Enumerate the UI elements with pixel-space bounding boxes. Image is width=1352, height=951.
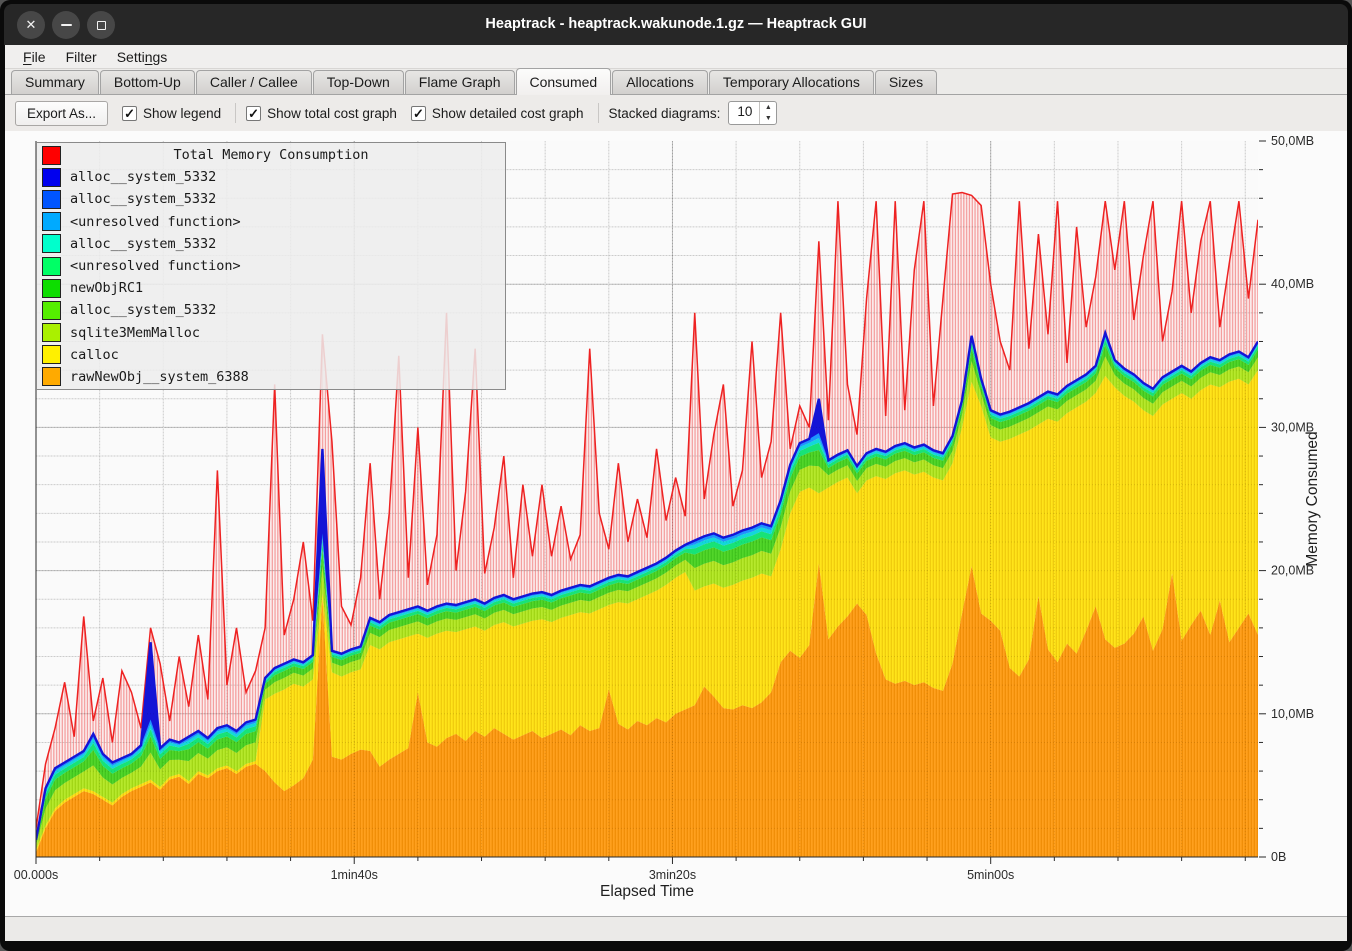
close-icon: ✕ [26, 17, 37, 33]
y-tick-label: 50,0MB [1271, 134, 1314, 148]
legend-item: sqlite3MemMalloc [37, 322, 505, 344]
legend-item: alloc__system_5332 [37, 188, 505, 210]
checkbox-checked-icon: ✓ [246, 106, 261, 121]
legend-swatch [42, 367, 61, 386]
legend-swatch [42, 257, 61, 276]
titlebar[interactable]: ✕ Heaptrack - heaptrack.wakunode.1.gz — … [4, 4, 1348, 45]
stacked-diagrams-value: 10 [729, 102, 759, 124]
tab-summary[interactable]: Summary [11, 70, 99, 94]
show-total-cost-label: Show total cost graph [267, 106, 397, 121]
toolbar-separator [598, 103, 599, 123]
menubar: FileFilterSettings [5, 45, 1347, 69]
legend-title: Total Memory Consumption [37, 147, 505, 163]
tab-sizes[interactable]: Sizes [875, 70, 937, 94]
tab-consumed[interactable]: Consumed [516, 68, 612, 95]
window-title: Heaptrack - heaptrack.wakunode.1.gz — He… [134, 4, 1218, 45]
toolbar-separator [235, 103, 236, 123]
x-tick-label: 1min40s [331, 868, 378, 882]
menu-item-filter[interactable]: Filter [56, 47, 107, 67]
tab-bottom-up[interactable]: Bottom-Up [100, 70, 195, 94]
y-tick-label: 40,0MB [1271, 277, 1314, 291]
close-button[interactable]: ✕ [17, 11, 45, 39]
legend-label: calloc [70, 347, 119, 363]
spin-down-icon[interactable]: ▼ [760, 113, 776, 124]
export-as-button[interactable]: Export As... [15, 101, 108, 126]
legend-swatch [42, 234, 61, 253]
show-detailed-cost-label: Show detailed cost graph [432, 106, 584, 121]
legend-item: newObjRC1 [37, 277, 505, 299]
legend-swatch [42, 323, 61, 342]
x-tick-label: 00.000s [14, 868, 58, 882]
legend-swatch [42, 345, 61, 364]
legend-item: alloc__system_5332 [37, 299, 505, 321]
legend-label: alloc__system_5332 [70, 302, 216, 318]
maximize-button[interactable] [87, 11, 115, 39]
checkbox-checked-icon: ✓ [122, 106, 137, 121]
legend-label: alloc__system_5332 [70, 191, 216, 207]
legend-label: rawNewObj__system_6388 [70, 369, 249, 385]
legend-label: alloc__system_5332 [70, 169, 216, 185]
legend-swatch [42, 279, 61, 298]
tab-temporary-allocations[interactable]: Temporary Allocations [709, 70, 874, 94]
spin-up-icon[interactable]: ▲ [760, 102, 776, 113]
legend-swatch [42, 190, 61, 209]
stacked-diagrams-label: Stacked diagrams: [609, 106, 721, 121]
legend-swatch [42, 212, 61, 231]
show-legend-checkbox[interactable]: ✓ Show legend [122, 106, 221, 121]
y-axis-title: Memory Consumed [1304, 431, 1322, 566]
legend-item: alloc__system_5332 [37, 166, 505, 188]
minimize-icon [61, 24, 72, 26]
tab-allocations[interactable]: Allocations [612, 70, 708, 94]
legend-item: alloc__system_5332 [37, 233, 505, 255]
maximize-icon [97, 21, 106, 30]
legend-label: alloc__system_5332 [70, 236, 216, 252]
stacked-diagrams-spinbox[interactable]: 10 ▲ ▼ [728, 101, 777, 125]
x-tick-label: 3min20s [649, 868, 696, 882]
menu-item-settings[interactable]: Settings [107, 47, 178, 67]
heaptrack-window: ✕ Heaptrack - heaptrack.wakunode.1.gz — … [0, 0, 1352, 951]
toolbar: Export As... ✓ Show legend ✓ Show total … [5, 95, 1347, 131]
legend-label: <unresolved function> [70, 214, 241, 230]
tab-top-down[interactable]: Top-Down [313, 70, 404, 94]
show-total-cost-checkbox[interactable]: ✓ Show total cost graph [246, 106, 397, 121]
legend-swatch [42, 168, 61, 187]
show-legend-label: Show legend [143, 106, 221, 121]
menu-item-file[interactable]: File [13, 47, 56, 67]
tabbar: SummaryBottom-UpCaller / CalleeTop-DownF… [5, 69, 1347, 95]
chart-pane: 00.000s1min40s3min20s5min00s0B10,0MB20,0… [5, 131, 1347, 917]
legend-item: rawNewObj__system_6388 [37, 366, 505, 388]
legend-item: calloc [37, 344, 505, 366]
legend-label: <unresolved function> [70, 258, 241, 274]
y-tick-label: 0B [1271, 850, 1286, 864]
legend-label: sqlite3MemMalloc [70, 325, 200, 341]
legend-item: <unresolved function> [37, 255, 505, 277]
chart-legend: Total Memory Consumption alloc__system_53… [36, 142, 506, 390]
legend-item: <unresolved function> [37, 211, 505, 233]
tab-caller-callee[interactable]: Caller / Callee [196, 70, 312, 94]
status-strip [5, 917, 1347, 941]
show-detailed-cost-checkbox[interactable]: ✓ Show detailed cost graph [411, 106, 584, 121]
y-tick-label: 10,0MB [1271, 707, 1314, 721]
checkbox-checked-icon: ✓ [411, 106, 426, 121]
legend-label: newObjRC1 [70, 280, 143, 296]
minimize-button[interactable] [52, 11, 80, 39]
x-tick-label: 5min00s [967, 868, 1014, 882]
tab-flame-graph[interactable]: Flame Graph [405, 70, 515, 94]
legend-swatch [42, 301, 61, 320]
x-axis-title: Elapsed Time [36, 883, 1258, 901]
